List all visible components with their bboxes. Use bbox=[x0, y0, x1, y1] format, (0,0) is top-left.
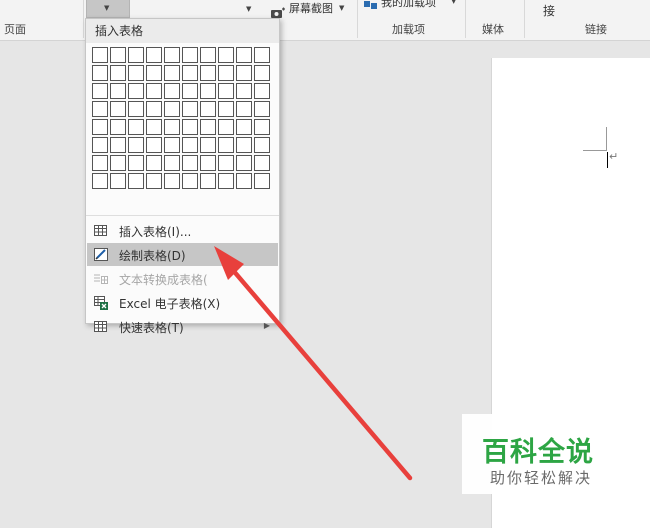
watermark-title: 百科全说 bbox=[482, 437, 594, 468]
watermark: 百科全说 助你轻松解决 bbox=[462, 414, 628, 494]
watermark-subtitle: 助你轻松解决 bbox=[490, 469, 593, 487]
